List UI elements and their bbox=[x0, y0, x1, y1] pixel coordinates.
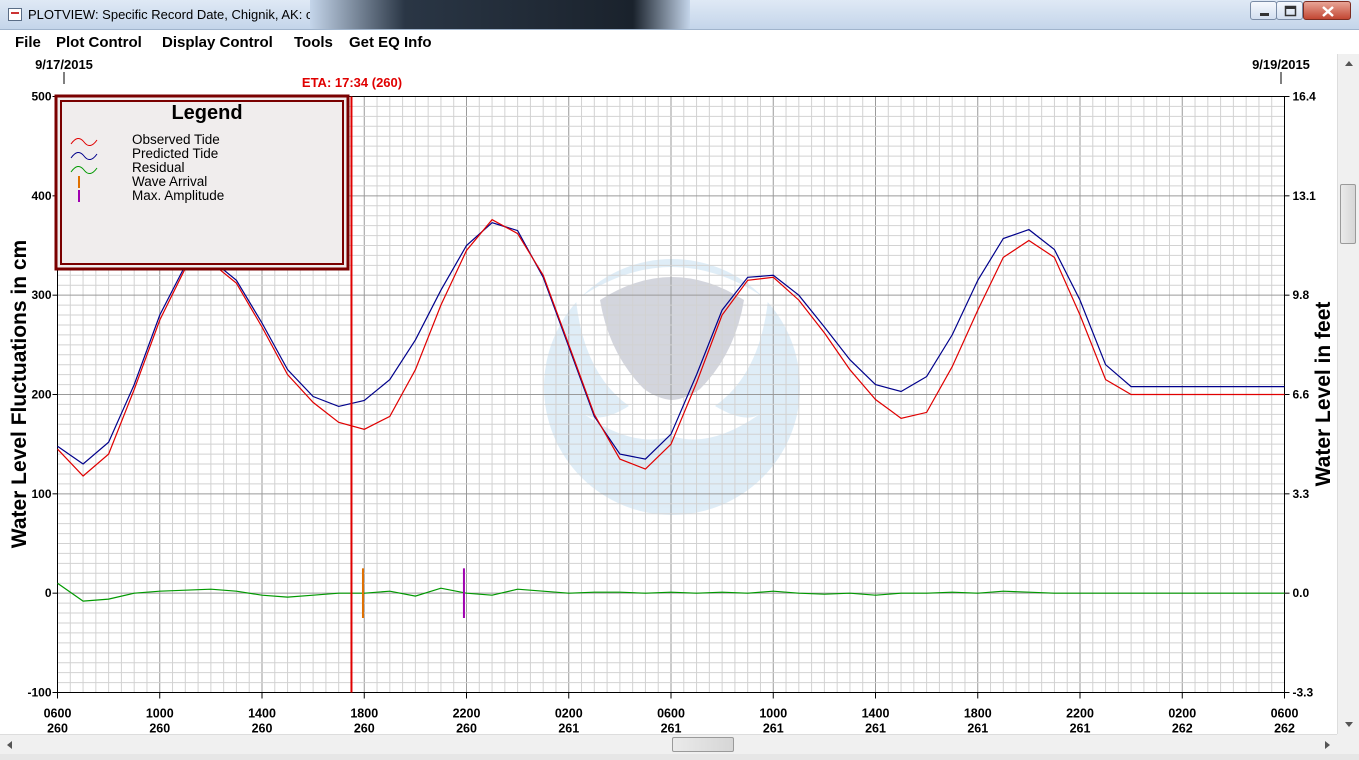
scroll-down-icon bbox=[1345, 722, 1353, 727]
x-tick-label-day: 261 bbox=[661, 722, 682, 735]
scroll-up-icon bbox=[1345, 61, 1353, 66]
y-tick-label-right: 0.0 bbox=[1293, 586, 1310, 600]
x-tick-label-time: 0600 bbox=[657, 707, 685, 721]
scroll-right-icon bbox=[1325, 741, 1330, 749]
y-tick-label-right: 3.3 bbox=[1293, 487, 1310, 501]
menu-display-control[interactable]: Display Control bbox=[162, 34, 273, 51]
y-tick-label-right: 9.8 bbox=[1293, 288, 1310, 302]
menu-file[interactable]: File bbox=[15, 34, 41, 51]
menu-tools[interactable]: Tools bbox=[294, 34, 333, 51]
menu-plot-control[interactable]: Plot Control bbox=[56, 34, 142, 51]
x-tick-label-day: 260 bbox=[456, 722, 477, 735]
scroll-corner bbox=[1337, 734, 1359, 754]
x-tick-label-time: 0200 bbox=[555, 707, 583, 721]
close-button[interactable] bbox=[1303, 1, 1351, 20]
title-bar: PLOTVIEW: Specific Record Date, Chignik,… bbox=[0, 0, 1359, 30]
noaa-watermark-logo bbox=[544, 259, 800, 515]
y-tick-label: 500 bbox=[31, 90, 51, 104]
y-tick-label-right: 13.1 bbox=[1293, 189, 1317, 203]
legend-label-max-amplitude: Max. Amplitude bbox=[132, 188, 224, 203]
maximize-icon bbox=[1284, 5, 1297, 17]
x-tick-label-time: 0200 bbox=[1168, 707, 1196, 721]
eta-label: ETA: 17:34 (260) bbox=[302, 75, 402, 90]
y-tick-label: 0 bbox=[45, 586, 52, 600]
vertical-scrollbar[interactable] bbox=[1337, 54, 1359, 734]
y-tick-label: 100 bbox=[31, 487, 51, 501]
menu-bar: File Plot Control Display Control Tools … bbox=[0, 30, 1359, 54]
x-tick-label-day: 262 bbox=[1172, 722, 1193, 735]
legend-label-observed: Observed Tide bbox=[132, 132, 220, 147]
x-tick-label-time: 1000 bbox=[146, 707, 174, 721]
horizontal-scroll-thumb[interactable] bbox=[672, 737, 734, 752]
x-tick-label-day: 262 bbox=[1274, 722, 1295, 735]
legend-label-wave-arrival: Wave Arrival bbox=[132, 174, 207, 189]
x-tick-label-time: 1400 bbox=[862, 707, 890, 721]
plot-area: -100 -3.3 0 0.0 100 3.3 200 6.6 300 9.8 400 13.1 500… bbox=[0, 54, 1337, 734]
y-tick-label-right: -3.3 bbox=[1293, 686, 1314, 700]
window-title: PLOTVIEW: Specific Record Date, Chignik,… bbox=[28, 7, 340, 22]
x-tick-label-time: 2200 bbox=[453, 707, 481, 721]
legend-title: Legend bbox=[171, 102, 242, 124]
x-tick-label-day: 260 bbox=[354, 722, 375, 735]
x-tick-label-time: 2200 bbox=[1066, 707, 1094, 721]
x-tick-label-time: 1800 bbox=[350, 707, 378, 721]
x-tick-label-day: 261 bbox=[763, 722, 784, 735]
legend-label-residual: Residual bbox=[132, 160, 185, 175]
y-tick-label-right: 16.4 bbox=[1293, 90, 1317, 104]
x-tick-label-time: 1800 bbox=[964, 707, 992, 721]
maximize-button[interactable] bbox=[1276, 1, 1303, 20]
y-tick-label: -100 bbox=[27, 686, 51, 700]
menu-get-eq-info[interactable]: Get EQ Info bbox=[349, 34, 432, 51]
date-start-label: 9/17/2015 bbox=[35, 57, 93, 72]
x-tick-label-day: 261 bbox=[558, 722, 579, 735]
date-end-label: 9/19/2015 bbox=[1252, 57, 1310, 72]
x-tick-label-day: 260 bbox=[47, 722, 68, 735]
x-tick-label-day: 261 bbox=[1070, 722, 1091, 735]
app-icon bbox=[8, 8, 22, 21]
vertical-scroll-thumb[interactable] bbox=[1340, 184, 1356, 244]
minimize-icon bbox=[1260, 13, 1269, 16]
y-axis-label-right: Water Level in feet bbox=[1312, 302, 1335, 487]
y-tick-label-right: 6.6 bbox=[1293, 388, 1310, 402]
tide-chart: -100 -3.3 0 0.0 100 3.3 200 6.6 300 9.8 400 13.1 500… bbox=[8, 57, 1335, 735]
title-bar-shade bbox=[310, 0, 690, 29]
x-tick-label-time: 1000 bbox=[759, 707, 787, 721]
minimize-button[interactable] bbox=[1250, 1, 1277, 20]
x-tick-label-time: 1400 bbox=[248, 707, 276, 721]
scroll-left-icon bbox=[7, 741, 12, 749]
horizontal-scrollbar[interactable] bbox=[0, 734, 1337, 754]
legend: Legend Observed Tide Predicted Tide Resi… bbox=[54, 94, 350, 271]
status-bar bbox=[0, 754, 1359, 760]
x-tick-label-day: 260 bbox=[149, 722, 170, 735]
y-tick-label: 300 bbox=[31, 288, 51, 302]
x-tick-label-day: 260 bbox=[252, 722, 273, 735]
x-tick-label-day: 261 bbox=[865, 722, 886, 735]
legend-label-predicted: Predicted Tide bbox=[132, 146, 218, 161]
close-icon bbox=[1322, 6, 1334, 17]
y-tick-label: 200 bbox=[31, 388, 51, 402]
x-tick-label-day: 261 bbox=[967, 722, 988, 735]
x-tick-label-time: 0600 bbox=[44, 707, 72, 721]
y-tick-label: 400 bbox=[31, 189, 51, 203]
x-tick-label-time: 0600 bbox=[1271, 707, 1299, 721]
y-axis-label: Water Level Fluctuations in cm bbox=[8, 240, 31, 548]
